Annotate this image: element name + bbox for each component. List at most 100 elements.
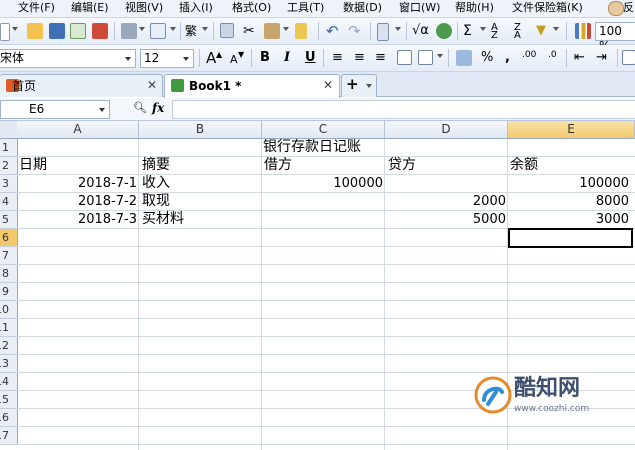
cell-debit[interactable]: [263, 193, 383, 210]
chevron-down-icon[interactable]: [139, 27, 145, 31]
cell-date[interactable]: 2018-7-2: [17, 193, 137, 210]
chevron-down-icon[interactable]: [202, 27, 208, 31]
currency-icon[interactable]: [456, 50, 472, 66]
percent-button[interactable]: %: [481, 49, 493, 67]
row-header-15[interactable]: 15: [0, 391, 18, 409]
comma-style-button[interactable]: ,: [505, 49, 510, 67]
cut-icon[interactable]: ✂: [243, 23, 255, 39]
open-folder-icon[interactable]: [27, 23, 43, 39]
row-header-1[interactable]: 1: [0, 139, 18, 157]
tab-book1[interactable]: Book1 * ✕: [164, 74, 340, 98]
increase-indent-icon[interactable]: ⇥: [596, 50, 607, 66]
sort-descending-icon[interactable]: ZA: [514, 23, 521, 41]
merge-cells-icon[interactable]: [418, 50, 433, 65]
row-header-5[interactable]: 5: [0, 211, 18, 229]
row-header-14[interactable]: 14: [0, 373, 18, 391]
user-avatar-icon[interactable]: [608, 1, 624, 16]
cell-summary[interactable]: 买材料: [142, 211, 184, 228]
row-header-10[interactable]: 10: [0, 301, 18, 319]
chevron-down-icon[interactable]: [480, 27, 486, 31]
row-header-2[interactable]: 2: [0, 157, 18, 175]
format-painter-icon[interactable]: [295, 23, 307, 39]
header-summary[interactable]: 摘要: [142, 157, 170, 174]
italic-button[interactable]: I: [284, 49, 290, 67]
row-header-4[interactable]: 4: [0, 193, 18, 211]
align-center-icon[interactable]: ≡: [354, 50, 365, 66]
active-cell-e6[interactable]: [508, 228, 633, 248]
cell-summary[interactable]: 收入: [142, 175, 170, 192]
export-icon[interactable]: [70, 23, 86, 39]
align-left-icon[interactable]: ≡: [332, 50, 343, 66]
select-all-corner[interactable]: [0, 121, 18, 139]
menu-file[interactable]: 文件(F): [18, 1, 55, 15]
chart-icon[interactable]: [575, 23, 591, 39]
filter-icon[interactable]: ▼: [536, 23, 546, 39]
cell-balance[interactable]: 100000: [509, 175, 629, 192]
column-header-e[interactable]: E: [508, 121, 635, 139]
column-header-a[interactable]: A: [17, 121, 139, 139]
menu-help[interactable]: 帮助(H): [455, 1, 494, 15]
chevron-down-icon[interactable]: [170, 27, 176, 31]
fx-label[interactable]: fx: [152, 100, 164, 116]
sort-ascending-icon[interactable]: AZ: [491, 23, 498, 41]
formula-input[interactable]: [172, 100, 635, 119]
search-formula-icon[interactable]: [436, 23, 452, 39]
close-icon[interactable]: ✕: [323, 78, 333, 92]
column-header-d[interactable]: D: [385, 121, 508, 139]
zoom-select[interactable]: 100 %: [595, 22, 635, 53]
new-tab-button[interactable]: +: [341, 74, 377, 97]
save-icon[interactable]: [49, 23, 65, 39]
header-credit[interactable]: 贷方: [388, 157, 416, 174]
menu-data[interactable]: 数据(D): [343, 1, 382, 15]
traditional-chinese-button[interactable]: 繁: [185, 23, 197, 39]
chevron-down-icon[interactable]: [437, 54, 443, 58]
copy-icon[interactable]: [220, 23, 234, 38]
decrease-indent-icon[interactable]: ⇤: [574, 50, 585, 66]
menu-tools[interactable]: 工具(T): [287, 1, 324, 15]
menu-edit[interactable]: 编辑(E): [71, 1, 109, 15]
row-header-13[interactable]: 13: [0, 355, 18, 373]
row-header-6[interactable]: 6: [0, 229, 18, 247]
name-box[interactable]: E6: [0, 100, 110, 119]
row-header-12[interactable]: 12: [0, 337, 18, 355]
row-header-16[interactable]: 16: [0, 409, 18, 427]
header-balance[interactable]: 余额: [510, 157, 538, 174]
grow-font-button[interactable]: A: [206, 49, 216, 67]
chevron-down-icon[interactable]: [283, 27, 289, 31]
cell-title[interactable]: 银行存款日记账: [263, 139, 385, 156]
export-pdf-icon[interactable]: [92, 23, 108, 39]
merge-center-icon[interactable]: [397, 50, 412, 65]
header-debit[interactable]: 借方: [264, 157, 292, 174]
cell-summary[interactable]: 取现: [142, 193, 170, 210]
chevron-down-icon[interactable]: [12, 27, 18, 31]
cell-date[interactable]: 2018-7-1: [17, 175, 137, 192]
menu-file-safe[interactable]: 文件保险箱(K): [512, 1, 583, 15]
row-header-7[interactable]: 7: [0, 247, 18, 265]
menu-truncated[interactable]: 反: [623, 1, 634, 15]
increase-decimal-button[interactable]: .00: [522, 51, 536, 60]
print-icon[interactable]: [121, 23, 137, 39]
cell-debit[interactable]: 100000: [263, 175, 383, 192]
cell-credit[interactable]: 5000: [386, 211, 506, 228]
cell-credit[interactable]: 2000: [386, 193, 506, 210]
row-header-11[interactable]: 11: [0, 319, 18, 337]
close-icon[interactable]: ✕: [147, 78, 157, 92]
cell-debit[interactable]: [263, 211, 383, 228]
cell-balance[interactable]: 8000: [509, 193, 629, 210]
chevron-down-icon[interactable]: [553, 27, 559, 31]
row-header-8[interactable]: 8: [0, 265, 18, 283]
undo-icon[interactable]: ↶: [326, 23, 339, 39]
cell-balance[interactable]: 3000: [509, 211, 629, 228]
row-header-17[interactable]: 17: [0, 427, 18, 445]
decrease-decimal-button[interactable]: .0: [548, 51, 557, 60]
menu-insert[interactable]: 插入(I): [179, 1, 213, 15]
shrink-font-button[interactable]: A: [230, 51, 238, 69]
underline-button[interactable]: U: [305, 49, 316, 67]
row-header-9[interactable]: 9: [0, 283, 18, 301]
header-date[interactable]: 日期: [19, 157, 47, 174]
column-header-b[interactable]: B: [139, 121, 262, 139]
bold-button[interactable]: B: [260, 49, 270, 67]
autosum-icon[interactable]: Σ: [463, 23, 472, 39]
cell-date[interactable]: 2018-7-3: [17, 211, 137, 228]
chevron-down-icon[interactable]: [395, 27, 401, 31]
